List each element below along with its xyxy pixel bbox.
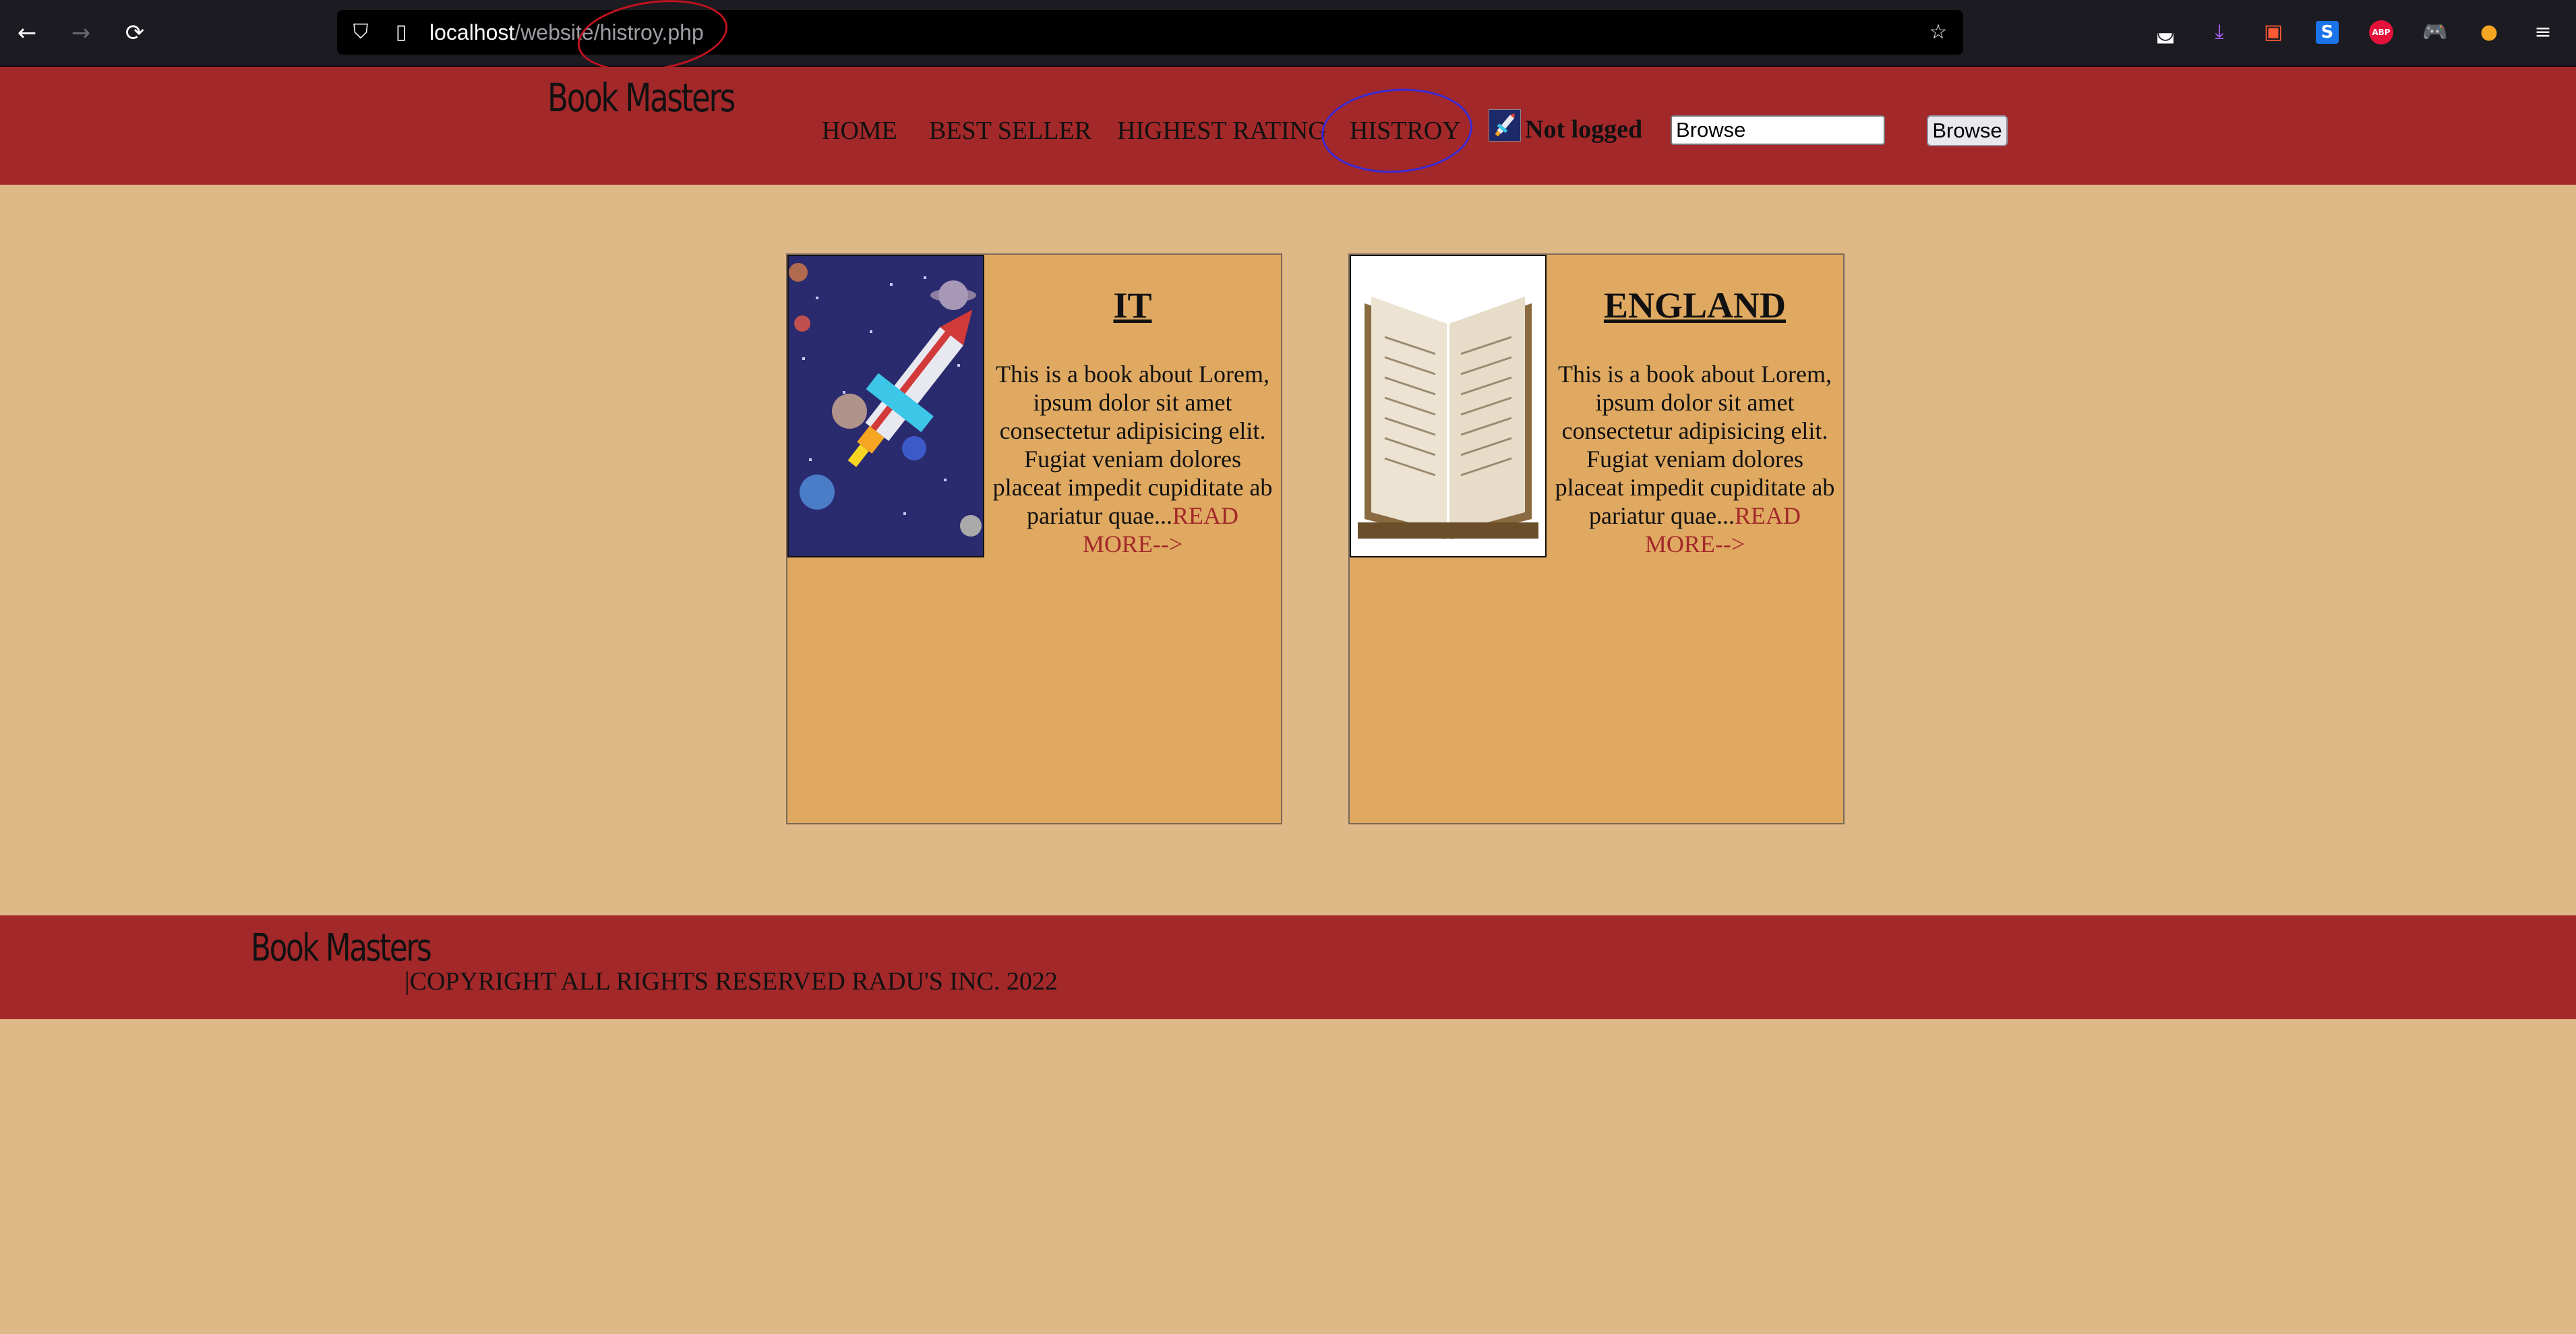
extension-drop-icon[interactable]: ● xyxy=(2474,18,2504,47)
login-status: Not logged xyxy=(1525,115,1643,144)
nav-home[interactable]: HOME xyxy=(822,114,897,148)
book-title[interactable]: IT xyxy=(984,284,1281,326)
menu-icon[interactable]: ≡ xyxy=(2528,18,2558,47)
download-icon[interactable]: ⤓ xyxy=(2205,18,2234,47)
user-avatar-icon xyxy=(1489,109,1521,142)
page-icon[interactable]: ▯ xyxy=(386,17,417,48)
book-card: IT This is a book about Lorem, ipsum dol… xyxy=(786,253,1282,824)
book-cover-image[interactable] xyxy=(1350,255,1547,557)
url-host: localhost xyxy=(429,20,515,44)
book-card: ENGLAND This is a book about Lorem, ipsu… xyxy=(1348,253,1845,824)
nav-highest-rating[interactable]: HIGHEST RATING xyxy=(1117,114,1327,148)
pocket-icon[interactable]: ◛ xyxy=(2151,18,2180,47)
search-input[interactable] xyxy=(1671,115,1885,145)
screenshot-icon[interactable]: ▣ xyxy=(2258,18,2288,47)
site-header: Book Masters HOME BEST SELLER HIGHEST RA… xyxy=(0,67,2576,185)
browser-toolbar: ← → ⟳ ⛉ ▯ localhost/website/histroy.php … xyxy=(0,0,2576,81)
footer-logo: Book Masters xyxy=(251,926,432,970)
search-button[interactable]: Browse xyxy=(1927,115,2008,146)
extension-s-icon[interactable]: S xyxy=(2312,18,2342,47)
nav-best-seller[interactable]: BEST SELLER xyxy=(929,114,1091,148)
extension-gamepad-icon[interactable]: 🎮 xyxy=(2420,18,2450,47)
book-description: This is a book about Lorem, ipsum dolor … xyxy=(1547,360,1843,558)
star-icon[interactable]: ☆ xyxy=(1923,17,1954,48)
reload-icon[interactable]: ⟳ xyxy=(118,16,152,50)
site-footer: Book Masters |COPYRIGHT ALL RIGHTS RESER… xyxy=(0,915,2576,1019)
book-title[interactable]: ENGLAND xyxy=(1547,284,1843,326)
forward-arrow-icon[interactable]: → xyxy=(64,16,98,50)
back-arrow-icon[interactable]: ← xyxy=(10,16,44,50)
book-cover-image[interactable] xyxy=(787,255,984,557)
shield-icon[interactable]: ⛉ xyxy=(345,17,376,48)
adblock-icon[interactable]: ABP xyxy=(2366,18,2396,47)
copyright-text: |COPYRIGHT ALL RIGHTS RESERVED RADU'S IN… xyxy=(405,967,1058,996)
site-logo[interactable]: Book Masters xyxy=(547,75,736,121)
book-description: This is a book about Lorem, ipsum dolor … xyxy=(984,360,1281,558)
